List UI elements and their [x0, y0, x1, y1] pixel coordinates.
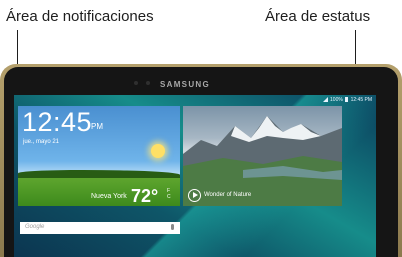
clock-ampm: PM — [91, 122, 103, 131]
weather-clock-widget[interactable]: 12:45 PM jue., mayo 21 Nueva York 72° F … — [18, 106, 180, 206]
sunny-weather-icon — [151, 144, 165, 158]
signal-icon — [322, 97, 328, 102]
unit-celsius: C — [167, 194, 171, 200]
google-search-bar[interactable]: Google — [20, 222, 180, 234]
front-camera — [146, 81, 150, 85]
play-icon[interactable] — [188, 189, 201, 202]
microphone-icon[interactable] — [171, 224, 174, 230]
home-screen: 100% 12:45 PM 12:45 PM jue., mayo 21 Nue… — [14, 95, 376, 257]
temperature-units: F C — [167, 188, 171, 200]
weather-temperature: 72° — [131, 186, 159, 206]
landscape-treeline — [18, 170, 180, 178]
brand-logo: SAMSUNG — [160, 80, 210, 89]
weather-city: Nueva York — [91, 193, 127, 200]
search-label: Google — [25, 224, 45, 230]
photo-widget[interactable]: Wonder of Nature — [183, 106, 342, 206]
status-time: 12:45 PM — [350, 97, 372, 103]
clock-date: jue., mayo 21 — [23, 139, 60, 145]
status-bar: 100% 12:45 PM — [322, 97, 372, 103]
battery-icon — [345, 97, 349, 102]
mountain-landscape-image — [183, 116, 342, 206]
status-area-callout: Área de estatus — [265, 8, 371, 25]
notification-area-callout: Área de notificaciones — [6, 8, 154, 25]
clock-time: 12:45 — [22, 107, 93, 137]
battery-percent: 100% — [330, 97, 343, 103]
photo-caption: Wonder of Nature — [204, 192, 252, 198]
front-sensor — [134, 81, 138, 85]
